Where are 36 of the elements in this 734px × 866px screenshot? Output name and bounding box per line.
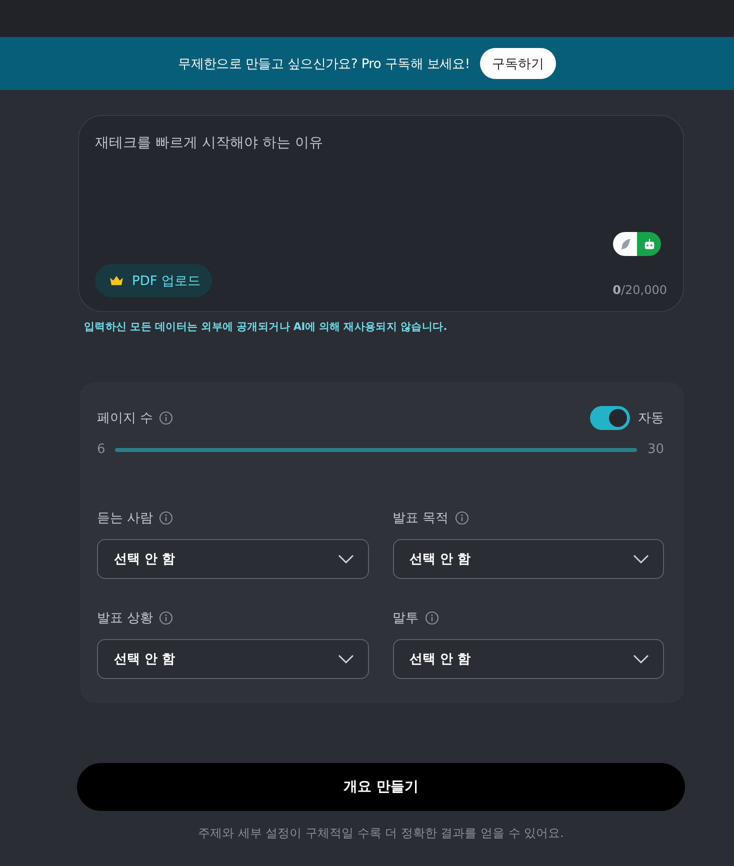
- pdf-upload-button[interactable]: PDF 업로드: [95, 264, 212, 297]
- page-slider[interactable]: [115, 448, 638, 452]
- auto-label: 자동: [638, 410, 664, 427]
- info-icon[interactable]: [159, 411, 174, 425]
- robot-icon: [642, 238, 656, 250]
- slider-min: 6: [97, 442, 106, 457]
- crown-icon: [109, 275, 124, 286]
- info-icon[interactable]: [454, 511, 469, 525]
- chevron-down-icon: [633, 554, 649, 564]
- slider-max: 30: [647, 442, 664, 457]
- feather-icon: [618, 238, 632, 250]
- select-dropdown[interactable]: 선택 안 함: [97, 639, 368, 679]
- create-outline-button[interactable]: 개요 만들기: [77, 763, 685, 811]
- select-dropdown[interactable]: 선택 안 함: [97, 539, 368, 579]
- subscribe-button[interactable]: 구독하기: [480, 48, 556, 79]
- field-label: 페이지 수: [97, 410, 154, 427]
- field-label: 발표 상황: [97, 610, 154, 627]
- mode-toggle[interactable]: [613, 232, 637, 256]
- chevron-down-icon: [633, 654, 649, 664]
- info-icon[interactable]: [159, 511, 174, 525]
- chevron-down-icon: [338, 654, 354, 664]
- info-icon[interactable]: [424, 611, 438, 625]
- promo-message: 무제한으로 만들고 싶으신가요? Pro 구독해 보세요!: [178, 56, 470, 72]
- hint-text: 주제와 세부 설정이 구체적일 수록 더 정확한 결과를 얻을 수 있어요.: [197, 825, 565, 842]
- field-label: 듣는 사람: [97, 510, 154, 527]
- chevron-down-icon: [338, 554, 354, 564]
- character-count: 0/20,000: [612, 283, 667, 297]
- privacy-note: 입력하신 모든 데이터는 외부에 공개되거나 AI에 의해 재사용되지 않습니다.: [84, 320, 448, 334]
- field-label: 발표 목적: [392, 510, 449, 527]
- select-dropdown[interactable]: 선택 안 함: [392, 639, 664, 679]
- select-dropdown[interactable]: 선택 안 함: [392, 539, 664, 579]
- field-label: 말투: [392, 610, 418, 627]
- topic-input-field[interactable]: 재테크를 빠르게 시작해야 하는 이유 PDF 업로드 0/20,000: [78, 115, 684, 312]
- mode-toggle[interactable]: [637, 232, 661, 256]
- info-icon[interactable]: [159, 611, 174, 625]
- auto-toggle[interactable]: [590, 406, 630, 430]
